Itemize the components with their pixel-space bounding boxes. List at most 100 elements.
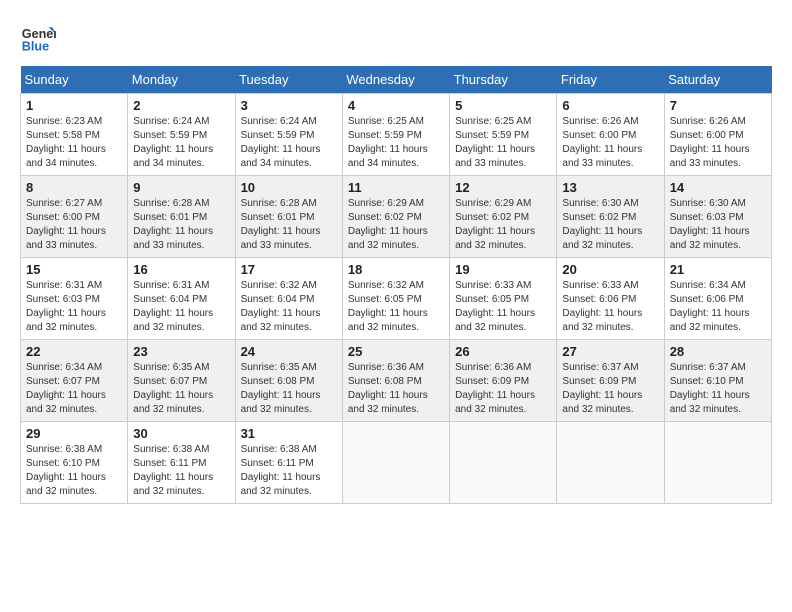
day-info: Sunrise: 6:37 AM Sunset: 6:09 PM Dayligh… <box>562 361 658 417</box>
day-info: Sunrise: 6:33 AM Sunset: 6:06 PM Dayligh… <box>562 279 658 335</box>
calendar-cell: 24 Sunrise: 6:35 AM Sunset: 6:08 PM Dayli… <box>235 340 342 422</box>
day-number: 18 <box>348 262 444 277</box>
calendar-cell: 19 Sunrise: 6:33 AM Sunset: 6:05 PM Dayli… <box>450 258 557 340</box>
day-number: 6 <box>562 98 658 113</box>
weekday-sunday: Sunday <box>21 66 128 94</box>
day-info: Sunrise: 6:26 AM Sunset: 6:00 PM Dayligh… <box>562 115 658 171</box>
weekday-tuesday: Tuesday <box>235 66 342 94</box>
calendar-cell: 8Sunrise: 6:27 AM Sunset: 6:00 PM Daylig… <box>21 176 128 258</box>
calendar-cell: 20 Sunrise: 6:33 AM Sunset: 6:06 PM Dayli… <box>557 258 664 340</box>
day-number: 23 <box>133 344 229 359</box>
day-number: 2 <box>133 98 229 113</box>
calendar-cell: 23 Sunrise: 6:35 AM Sunset: 6:07 PM Dayli… <box>128 340 235 422</box>
day-info: Sunrise: 6:31 AM Sunset: 6:03 PM Dayligh… <box>26 279 122 335</box>
weekday-friday: Friday <box>557 66 664 94</box>
day-number: 5 <box>455 98 551 113</box>
calendar-week-3: 15 Sunrise: 6:31 AM Sunset: 6:03 PM Dayli… <box>21 258 772 340</box>
calendar-cell: 26 Sunrise: 6:36 AM Sunset: 6:09 PM Dayli… <box>450 340 557 422</box>
calendar: SundayMondayTuesdayWednesdayThursdayFrid… <box>20 66 772 504</box>
calendar-cell: 30 Sunrise: 6:38 AM Sunset: 6:11 PM Dayli… <box>128 422 235 504</box>
calendar-cell: 28 Sunrise: 6:37 AM Sunset: 6:10 PM Dayli… <box>664 340 771 422</box>
calendar-cell: 15 Sunrise: 6:31 AM Sunset: 6:03 PM Dayli… <box>21 258 128 340</box>
day-number: 26 <box>455 344 551 359</box>
calendar-week-1: 1 Sunrise: 6:23 AM Sunset: 5:58 PM Daylig… <box>21 94 772 176</box>
day-info: Sunrise: 6:35 AM Sunset: 6:08 PM Dayligh… <box>241 361 337 417</box>
day-number: 14 <box>670 180 766 195</box>
day-number: 15 <box>26 262 122 277</box>
day-info: Sunrise: 6:25 AM Sunset: 5:59 PM Dayligh… <box>348 115 444 171</box>
day-info: Sunrise: 6:28 AM Sunset: 6:01 PM Dayligh… <box>133 197 229 253</box>
day-number: 21 <box>670 262 766 277</box>
day-info: Sunrise: 6:24 AM Sunset: 5:59 PM Dayligh… <box>241 115 337 171</box>
calendar-week-5: 29 Sunrise: 6:38 AM Sunset: 6:10 PM Dayli… <box>21 422 772 504</box>
calendar-cell: 6 Sunrise: 6:26 AM Sunset: 6:00 PM Daylig… <box>557 94 664 176</box>
day-info: Sunrise: 6:36 AM Sunset: 6:09 PM Dayligh… <box>455 361 551 417</box>
day-number: 10 <box>241 180 337 195</box>
calendar-cell <box>557 422 664 504</box>
day-number: 30 <box>133 426 229 441</box>
day-number: 19 <box>455 262 551 277</box>
weekday-header: SundayMondayTuesdayWednesdayThursdayFrid… <box>21 66 772 94</box>
calendar-week-4: 22 Sunrise: 6:34 AM Sunset: 6:07 PM Dayli… <box>21 340 772 422</box>
day-info: Sunrise: 6:26 AM Sunset: 6:00 PM Dayligh… <box>670 115 766 171</box>
svg-text:Blue: Blue <box>22 40 49 54</box>
calendar-cell: 1 Sunrise: 6:23 AM Sunset: 5:58 PM Daylig… <box>21 94 128 176</box>
day-info: Sunrise: 6:32 AM Sunset: 6:04 PM Dayligh… <box>241 279 337 335</box>
calendar-cell: 14Sunrise: 6:30 AM Sunset: 6:03 PM Dayli… <box>664 176 771 258</box>
calendar-cell: 4 Sunrise: 6:25 AM Sunset: 5:59 PM Daylig… <box>342 94 449 176</box>
day-info: Sunrise: 6:35 AM Sunset: 6:07 PM Dayligh… <box>133 361 229 417</box>
calendar-cell: 10 Sunrise: 6:28 AM Sunset: 6:01 PM Dayli… <box>235 176 342 258</box>
day-info: Sunrise: 6:38 AM Sunset: 6:11 PM Dayligh… <box>133 443 229 499</box>
day-info: Sunrise: 6:30 AM Sunset: 6:02 PM Dayligh… <box>562 197 658 253</box>
calendar-cell: 17 Sunrise: 6:32 AM Sunset: 6:04 PM Dayli… <box>235 258 342 340</box>
day-number: 11 <box>348 180 444 195</box>
day-number: 28 <box>670 344 766 359</box>
weekday-saturday: Saturday <box>664 66 771 94</box>
day-info: Sunrise: 6:29 AM Sunset: 6:02 PM Dayligh… <box>348 197 444 253</box>
weekday-thursday: Thursday <box>450 66 557 94</box>
calendar-cell: 7 Sunrise: 6:26 AM Sunset: 6:00 PM Daylig… <box>664 94 771 176</box>
day-number: 27 <box>562 344 658 359</box>
day-number: 22 <box>26 344 122 359</box>
calendar-week-2: 8Sunrise: 6:27 AM Sunset: 6:00 PM Daylig… <box>21 176 772 258</box>
day-number: 17 <box>241 262 337 277</box>
day-info: Sunrise: 6:27 AM Sunset: 6:00 PM Dayligh… <box>26 197 122 253</box>
day-info: Sunrise: 6:38 AM Sunset: 6:11 PM Dayligh… <box>241 443 337 499</box>
day-info: Sunrise: 6:25 AM Sunset: 5:59 PM Dayligh… <box>455 115 551 171</box>
calendar-cell <box>450 422 557 504</box>
day-number: 24 <box>241 344 337 359</box>
day-info: Sunrise: 6:32 AM Sunset: 6:05 PM Dayligh… <box>348 279 444 335</box>
day-number: 29 <box>26 426 122 441</box>
calendar-cell: 27 Sunrise: 6:37 AM Sunset: 6:09 PM Dayli… <box>557 340 664 422</box>
calendar-cell: 11 Sunrise: 6:29 AM Sunset: 6:02 PM Dayli… <box>342 176 449 258</box>
calendar-cell: 21 Sunrise: 6:34 AM Sunset: 6:06 PM Dayli… <box>664 258 771 340</box>
day-info: Sunrise: 6:28 AM Sunset: 6:01 PM Dayligh… <box>241 197 337 253</box>
day-info: Sunrise: 6:34 AM Sunset: 6:06 PM Dayligh… <box>670 279 766 335</box>
calendar-cell: 9 Sunrise: 6:28 AM Sunset: 6:01 PM Daylig… <box>128 176 235 258</box>
calendar-body: 1 Sunrise: 6:23 AM Sunset: 5:58 PM Daylig… <box>21 94 772 504</box>
weekday-wednesday: Wednesday <box>342 66 449 94</box>
day-info: Sunrise: 6:29 AM Sunset: 6:02 PM Dayligh… <box>455 197 551 253</box>
day-info: Sunrise: 6:31 AM Sunset: 6:04 PM Dayligh… <box>133 279 229 335</box>
calendar-cell: 16Sunrise: 6:31 AM Sunset: 6:04 PM Dayli… <box>128 258 235 340</box>
day-number: 9 <box>133 180 229 195</box>
calendar-cell: 22 Sunrise: 6:34 AM Sunset: 6:07 PM Dayli… <box>21 340 128 422</box>
calendar-cell: 5 Sunrise: 6:25 AM Sunset: 5:59 PM Daylig… <box>450 94 557 176</box>
day-number: 20 <box>562 262 658 277</box>
day-info: Sunrise: 6:33 AM Sunset: 6:05 PM Dayligh… <box>455 279 551 335</box>
day-number: 1 <box>26 98 122 113</box>
calendar-cell: 25Sunrise: 6:36 AM Sunset: 6:08 PM Dayli… <box>342 340 449 422</box>
day-number: 7 <box>670 98 766 113</box>
day-info: Sunrise: 6:34 AM Sunset: 6:07 PM Dayligh… <box>26 361 122 417</box>
day-number: 31 <box>241 426 337 441</box>
day-info: Sunrise: 6:24 AM Sunset: 5:59 PM Dayligh… <box>133 115 229 171</box>
calendar-cell: 29 Sunrise: 6:38 AM Sunset: 6:10 PM Dayli… <box>21 422 128 504</box>
calendar-cell <box>342 422 449 504</box>
calendar-cell: 3 Sunrise: 6:24 AM Sunset: 5:59 PM Daylig… <box>235 94 342 176</box>
day-number: 4 <box>348 98 444 113</box>
day-info: Sunrise: 6:37 AM Sunset: 6:10 PM Dayligh… <box>670 361 766 417</box>
day-number: 3 <box>241 98 337 113</box>
day-number: 12 <box>455 180 551 195</box>
day-info: Sunrise: 6:23 AM Sunset: 5:58 PM Dayligh… <box>26 115 122 171</box>
day-info: Sunrise: 6:38 AM Sunset: 6:10 PM Dayligh… <box>26 443 122 499</box>
